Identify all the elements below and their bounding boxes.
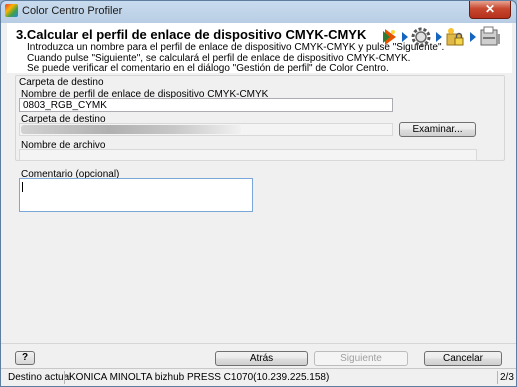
filename-field bbox=[19, 149, 477, 161]
comment-input[interactable] bbox=[19, 178, 253, 212]
help-button[interactable]: ? bbox=[15, 351, 35, 365]
next-button-label: Siguiente bbox=[340, 353, 382, 364]
title-bar: Color Centro Profiler ✕ bbox=[1, 1, 516, 21]
status-divider bbox=[64, 371, 65, 384]
wizard-header: 3.Calcular el perfil de enlace de dispos… bbox=[7, 23, 512, 74]
status-page: 2/3 bbox=[500, 372, 514, 383]
step-arrow-icon bbox=[470, 32, 476, 42]
lock-folder-icon bbox=[446, 28, 464, 46]
browse-button[interactable]: Examinar... bbox=[399, 122, 476, 137]
status-bar: Destino actual KONICA MINOLTA bizhub PRE… bbox=[1, 368, 516, 386]
status-device: KONICA MINOLTA bizhub PRESS C1070(10.239… bbox=[69, 372, 330, 383]
app-icon bbox=[5, 4, 18, 17]
back-button[interactable]: Atrás bbox=[215, 351, 308, 366]
description-line: Se puede verificar el comentario en el d… bbox=[27, 63, 389, 74]
wizard-progress bbox=[378, 26, 506, 48]
play-icon bbox=[383, 29, 396, 45]
destination-group-label: Carpeta de destino bbox=[19, 77, 104, 88]
cancel-button[interactable]: Cancelar bbox=[424, 351, 502, 366]
gear-icon bbox=[411, 27, 431, 47]
status-divider bbox=[497, 371, 498, 384]
blurred-folder-path bbox=[21, 125, 241, 134]
next-button[interactable]: Siguiente bbox=[314, 351, 408, 366]
footer-divider bbox=[1, 343, 516, 344]
step-title: 3.Calcular el perfil de enlace de dispos… bbox=[16, 27, 367, 42]
text-caret bbox=[22, 182, 23, 192]
cancel-button-label: Cancelar bbox=[442, 353, 484, 364]
back-button-label: Atrás bbox=[249, 353, 274, 364]
close-button[interactable]: ✕ bbox=[469, 1, 511, 19]
profile-name-input[interactable]: 0803_RGB_CYMK bbox=[19, 98, 393, 112]
printer-icon bbox=[480, 26, 500, 46]
step-arrow-icon bbox=[436, 32, 442, 42]
step-arrow-icon bbox=[402, 32, 408, 42]
status-destination-label: Destino actual bbox=[8, 372, 72, 383]
app-window: Color Centro Profiler ✕ 3.Calcular el pe… bbox=[0, 0, 517, 387]
window-title: Color Centro Profiler bbox=[22, 5, 123, 17]
